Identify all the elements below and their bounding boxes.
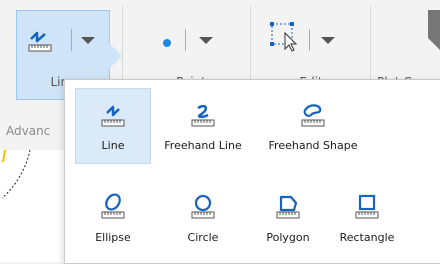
point-tool-icon [163,39,171,47]
popup-pointer [106,40,122,72]
gallery-item-freehand-line[interactable]: Freehand Line [164,88,242,164]
split-divider [71,29,72,51]
point-dropdown-arrow[interactable] [199,37,213,44]
edit-vertices-icon [270,22,298,52]
shape-gallery-popup: Line Freehand Line Freehand Shape Ellips… [64,79,440,264]
freehand-shape-icon [301,104,325,127]
group-label: Advanc [6,124,51,138]
gallery-item-freehand-shape[interactable]: Freehand Shape [269,88,357,164]
circle-icon [191,194,215,219]
freehand-line-icon [191,104,215,127]
rectangle-icon [355,194,379,219]
gallery-item-rectangle[interactable]: Rectangle [329,180,405,256]
gallery-item-ellipse[interactable]: Ellipse [75,180,151,256]
split-divider [185,29,186,51]
polygon-icon [276,195,300,219]
gallery-item-label: Freehand Shape [268,139,358,152]
line-icon [101,105,125,127]
split-divider [309,29,310,51]
gallery-item-line[interactable]: Line [75,88,151,164]
gallery-item-polygon[interactable]: Polygon [250,180,326,256]
gallery-item-label: Rectangle [339,231,395,244]
gallery-item-label: Freehand Line [164,139,242,152]
line-tool-icon [28,31,52,52]
ellipse-icon [101,193,125,219]
line-dropdown-arrow[interactable] [81,37,95,44]
edit-dropdown-arrow[interactable] [321,37,335,44]
gallery-item-circle[interactable]: Circle [165,180,241,256]
